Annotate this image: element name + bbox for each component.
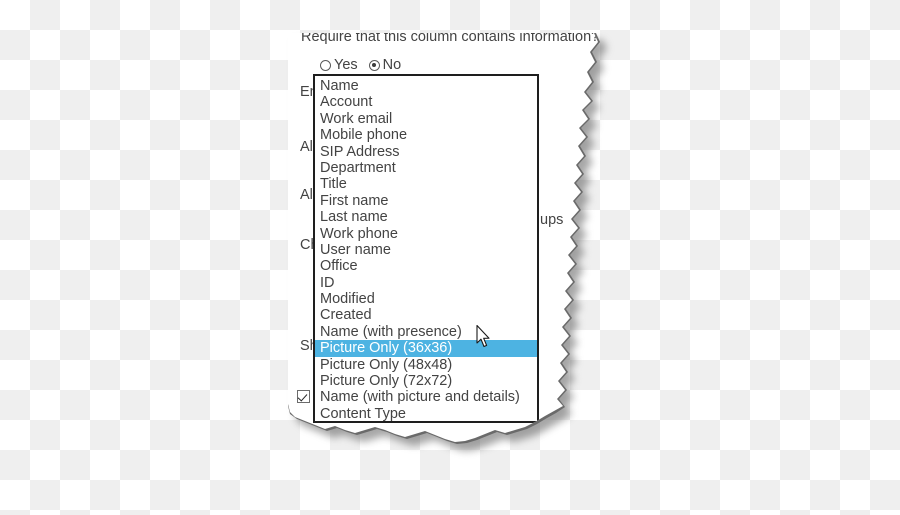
listbox-option[interactable]: Name (with picture and details) <box>315 389 537 405</box>
listbox-option[interactable]: Name <box>315 78 537 94</box>
listbox-option[interactable]: Office <box>315 258 537 274</box>
radio-no-icon[interactable] <box>368 59 380 71</box>
paper-body: Require that this column contains inform… <box>0 0 900 515</box>
listbox-option[interactable]: Work phone <box>315 226 537 242</box>
groups-label-tail: ups <box>540 212 564 228</box>
listbox-option[interactable]: Account <box>315 94 537 110</box>
listbox-option[interactable]: Department <box>315 160 537 176</box>
listbox-option[interactable]: SIP Address <box>315 144 537 160</box>
radio-option-yes[interactable]: Yes <box>320 58 358 73</box>
radio-no-label: No <box>382 57 402 73</box>
require-column-question: Require that this column contains inform… <box>301 29 600 45</box>
listbox-option[interactable]: Work email <box>315 111 537 127</box>
checkbox-icon[interactable] <box>297 390 310 403</box>
listbox-option[interactable]: Mobile phone <box>315 127 537 143</box>
listbox-option[interactable]: ID <box>315 275 537 291</box>
listbox-option[interactable]: First name <box>315 193 537 209</box>
radio-yes-icon[interactable] <box>320 59 331 71</box>
require-radio-group[interactable]: Yes No <box>320 58 401 73</box>
listbox-option[interactable]: Picture Only (72x72) <box>315 373 537 389</box>
listbox-option[interactable]: Created <box>315 307 537 323</box>
listbox-option[interactable]: Picture Only (36x36) <box>315 340 537 357</box>
column-display-listbox[interactable]: Name Account Work email Mobile phone SIP Add… <box>313 74 539 423</box>
listbox-option[interactable]: Modified <box>315 291 537 307</box>
listbox-option[interactable]: Name (with presence) <box>315 324 537 340</box>
paper-content-area: Require that this column contains inform… <box>288 29 600 442</box>
radio-yes-label: Yes <box>334 57 358 73</box>
radio-option-no[interactable]: No <box>368 57 402 73</box>
listbox-option[interactable]: User name <box>315 242 537 258</box>
listbox-option[interactable]: Last name <box>315 209 537 225</box>
listbox-option[interactable]: Content Type <box>315 406 537 421</box>
listbox-option[interactable]: Picture Only (48x48) <box>315 357 537 373</box>
show-field-checkbox-row[interactable] <box>297 390 310 403</box>
torn-paper-figure: Require that this column contains inform… <box>0 0 900 515</box>
listbox-option[interactable]: Title <box>315 176 537 192</box>
